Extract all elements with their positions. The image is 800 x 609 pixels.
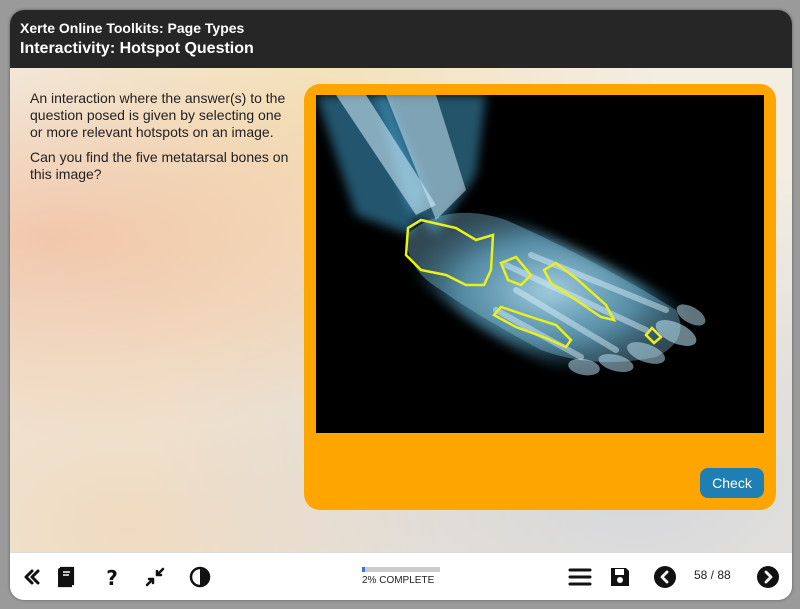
- svg-text:?: ?: [106, 566, 118, 589]
- first-page-icon[interactable]: [20, 565, 44, 589]
- xray-foot-illustration: [316, 95, 706, 377]
- menu-icon[interactable]: [568, 565, 592, 589]
- xray-foot-image[interactable]: [316, 95, 764, 433]
- page-title: Interactivity: Hotspot Question: [20, 40, 254, 57]
- instruction-paragraph: An interaction where the answer(s) to th…: [30, 90, 286, 140]
- progress-bar: [362, 567, 440, 572]
- progress-label: 2% COMPLETE: [362, 575, 435, 586]
- next-icon[interactable]: [756, 565, 780, 589]
- app-window: Xerte Online Toolkits: Page Types Intera…: [10, 10, 792, 600]
- instructions: An interaction where the answer(s) to th…: [30, 90, 295, 191]
- save-icon[interactable]: [608, 565, 632, 589]
- help-icon[interactable]: ?: [100, 565, 124, 589]
- progress-indicator: 2% COMPLETE: [362, 567, 440, 586]
- previous-icon[interactable]: [653, 565, 677, 589]
- header: Xerte Online Toolkits: Page Types Intera…: [10, 10, 792, 68]
- minimize-icon[interactable]: [143, 565, 167, 589]
- page-content: An interaction where the answer(s) to th…: [10, 68, 792, 552]
- glossary-book-icon[interactable]: [54, 565, 78, 589]
- hotspot-panel: Check: [304, 84, 776, 510]
- project-title: Xerte Online Toolkits: Page Types: [20, 20, 245, 36]
- progress-bar-fill: [362, 567, 365, 572]
- page-counter: 58 / 88: [694, 568, 731, 582]
- question-paragraph: Can you find the five metatarsal bones o…: [30, 149, 289, 182]
- check-button[interactable]: Check: [700, 468, 764, 498]
- footer-toolbar: ? 2% COMPLETE 58 / 88: [10, 552, 792, 600]
- contrast-icon[interactable]: [188, 565, 212, 589]
